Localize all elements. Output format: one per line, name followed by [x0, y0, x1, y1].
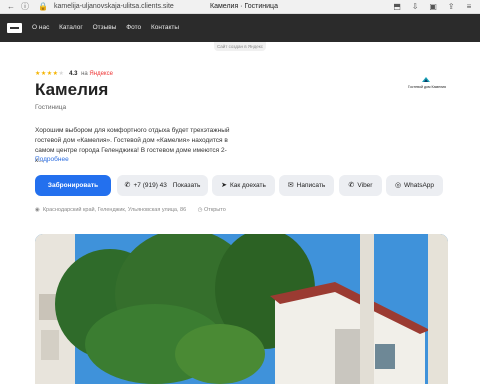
- location-pin-icon: ◉: [35, 207, 40, 213]
- rating-source: Яндексе: [89, 71, 113, 77]
- nav-menu: О нас Каталог Отзывы Фото Контакты: [32, 23, 187, 33]
- phone-icon: ✆: [124, 182, 131, 189]
- back-icon[interactable]: ←: [6, 2, 16, 12]
- rating-on: на: [81, 71, 88, 77]
- star-icon: ★★★★: [35, 71, 59, 77]
- hotel-photo[interactable]: [35, 234, 448, 384]
- leaf-icon: [422, 77, 430, 82]
- viber-icon: ✆: [348, 182, 355, 189]
- route-button[interactable]: ➤ Как доехать: [212, 175, 275, 196]
- book-button[interactable]: Забронировать: [35, 175, 111, 196]
- nav-item-photos[interactable]: Фото: [126, 24, 141, 31]
- star-empty-icon: ★: [58, 71, 65, 77]
- business-category: Гостиница: [35, 104, 67, 111]
- download-icon[interactable]: ⇩: [410, 2, 420, 12]
- info-icon[interactable]: ⓘ: [20, 2, 30, 12]
- rating-value: 4.3: [69, 71, 78, 77]
- whatsapp-icon: ◎: [394, 182, 402, 189]
- write-button[interactable]: ✉ Написать: [279, 175, 334, 196]
- nav-item-catalog[interactable]: Каталог: [59, 24, 83, 31]
- browser-actions: ⬒ ⇩ ▣ ⇪ ≡: [386, 2, 474, 12]
- whatsapp-button[interactable]: ◎ WhatsApp: [386, 175, 443, 196]
- more-link[interactable]: Подробнее: [35, 156, 69, 164]
- viber-label: Viber: [357, 182, 373, 189]
- page-title: Камелия: [35, 80, 109, 99]
- route-icon: ➤: [221, 182, 227, 189]
- page-tab-title: Камелия · Гостиница: [210, 3, 278, 10]
- phone-number: +7 (919) 43: [133, 182, 167, 189]
- nav-item-about[interactable]: О нас: [32, 24, 49, 31]
- nav-item-contacts[interactable]: Контакты: [151, 24, 179, 31]
- whatsapp-label: WhatsApp: [404, 182, 435, 189]
- address[interactable]: Краснодарский край, Геленджик, Ульяновск…: [43, 207, 186, 213]
- lock-icon: 🔒: [38, 2, 48, 11]
- rating[interactable]: ★★★★★ 4.3 на Яндексе: [35, 70, 113, 78]
- menu-icon[interactable]: ≡: [464, 2, 474, 12]
- open-status: Открыто: [204, 207, 226, 213]
- write-label: Написать: [296, 182, 326, 189]
- hotel-logo: Гостевой дом Камелия: [404, 76, 450, 94]
- site-logo[interactable]: [7, 23, 22, 33]
- route-label: Как доехать: [229, 182, 266, 189]
- show-phone-label: Показать: [172, 182, 201, 189]
- viber-button[interactable]: ✆ Viber: [339, 175, 382, 196]
- address-bar[interactable]: kamelija-uljanovskaja-ulitsa.clients.sit…: [54, 2, 174, 12]
- browser-toolbar: ← ⓘ 🔒 kamelija-uljanovskaja-ulitsa.clien…: [0, 0, 480, 14]
- site-navigation: О нас Каталог Отзывы Фото Контакты: [0, 14, 480, 42]
- extensions-icon[interactable]: ▣: [428, 2, 438, 12]
- hotel-photo-image: [35, 234, 448, 384]
- mail-icon: ✉: [287, 182, 294, 189]
- share-icon[interactable]: ⇪: [446, 2, 456, 12]
- phone-button[interactable]: ✆ +7 (919) 43 Показать: [117, 175, 208, 196]
- address-line: ◉ Краснодарский край, Геленджик, Ульяновс…: [35, 206, 226, 214]
- hotel-logo-caption: Гостевой дом Камелия: [407, 85, 447, 89]
- created-with-badge[interactable]: Сайт создан в Яндекс: [214, 42, 266, 51]
- bookmark-icon[interactable]: ⬒: [392, 2, 402, 12]
- nav-item-reviews[interactable]: Отзывы: [93, 24, 117, 31]
- clock-icon: ◷: [197, 207, 203, 213]
